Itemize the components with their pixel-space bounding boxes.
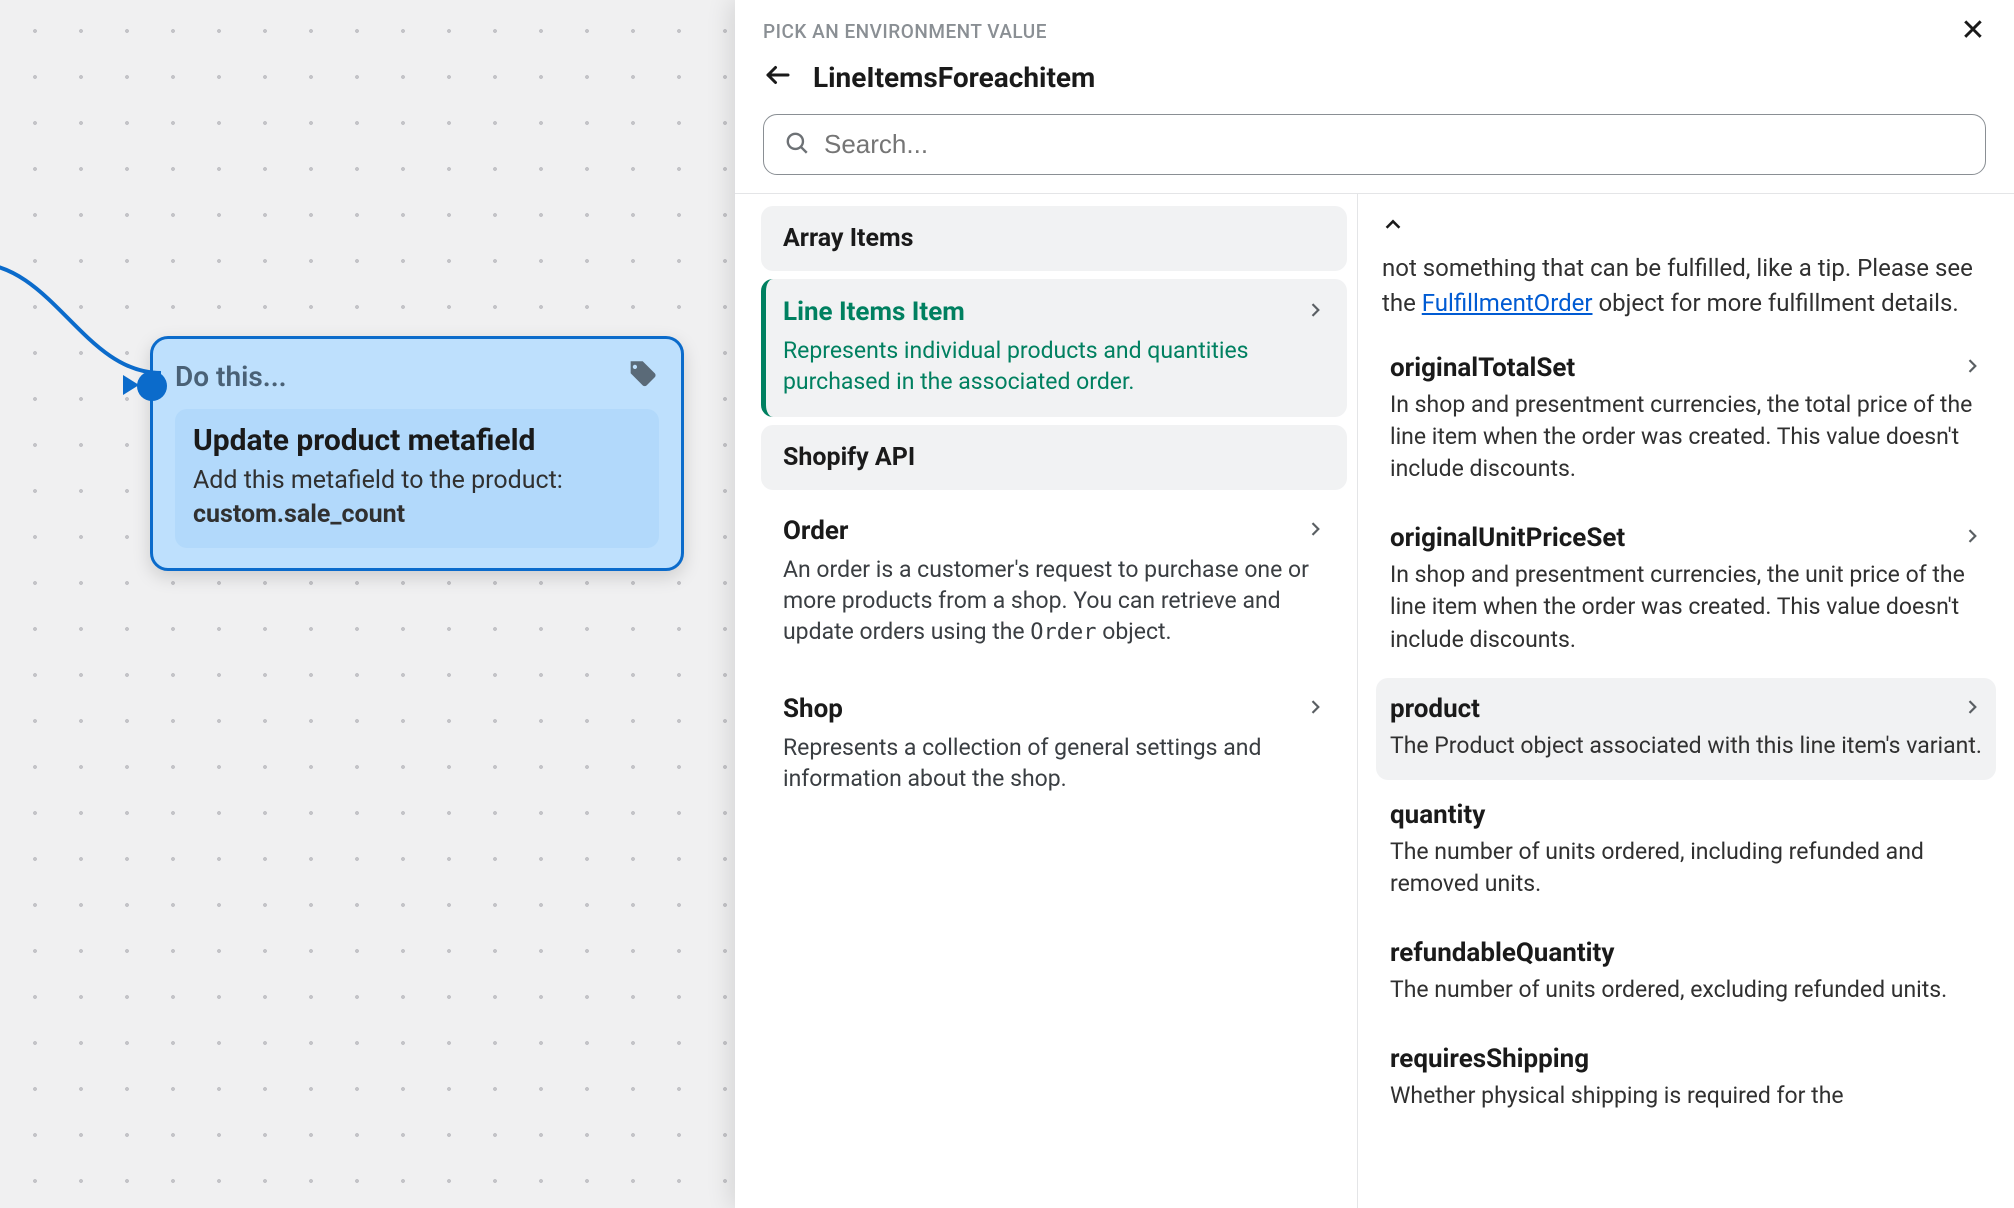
list-item-order[interactable]: Order An order is a customer's request t… — [761, 498, 1347, 668]
chevron-right-icon — [1305, 694, 1325, 724]
search-icon — [784, 130, 810, 160]
list-item-line-items-item[interactable]: Line Items Item Represents individual pr… — [761, 279, 1347, 417]
panel-eyebrow: PICK AN ENVIRONMENT VALUE — [763, 20, 1047, 43]
action-subtitle: Add this metafield to the product: custo… — [193, 464, 641, 532]
field-original-total-set[interactable]: originalTotalSet In shop and presentment… — [1376, 337, 1996, 504]
action-title: Update product metafield — [193, 423, 641, 458]
card-body: Update product metafield Add this metafi… — [175, 409, 659, 548]
section-header-shopify-api: Shopify API — [761, 425, 1347, 490]
list-item-desc: An order is a customer's request to purc… — [783, 554, 1325, 648]
field-column[interactable]: not something that can be fulfilled, lik… — [1358, 194, 2014, 1208]
input-port[interactable] — [137, 371, 167, 401]
section-header-array-items: Array Items — [761, 206, 1347, 271]
variable-picker-panel: PICK AN ENVIRONMENT VALUE ✕ LineItemsFor… — [735, 0, 2014, 1208]
close-button[interactable]: ✕ — [1960, 16, 1986, 46]
field-quantity[interactable]: quantity The number of units ordered, in… — [1376, 784, 1996, 918]
field-refundable-quantity[interactable]: refundableQuantity The number of units o… — [1376, 922, 1996, 1024]
category-column[interactable]: Array Items Line Items Item Represents i… — [735, 194, 1358, 1208]
workflow-canvas[interactable]: Do this... Update product metafield Add … — [0, 0, 735, 1208]
search-input[interactable] — [824, 129, 1965, 160]
chevron-right-icon — [1962, 523, 1982, 553]
chevron-right-icon — [1305, 297, 1325, 327]
search-input-wrapper[interactable] — [763, 114, 1986, 175]
chevron-right-icon — [1962, 694, 1982, 724]
back-button[interactable] — [763, 60, 793, 94]
fulfillment-order-link[interactable]: FulfillmentOrder — [1422, 289, 1593, 317]
tag-icon — [625, 357, 659, 395]
field-product[interactable]: product The Product object associated wi… — [1376, 678, 1996, 780]
list-item-shop[interactable]: Shop Represents a collection of general … — [761, 676, 1347, 814]
collapse-button[interactable] — [1376, 206, 1410, 247]
card-eyebrow: Do this... — [175, 360, 287, 393]
panel-title: LineItemsForeachitem — [813, 61, 1095, 94]
connector-line — [0, 253, 163, 393]
workflow-action-card[interactable]: Do this... Update product metafield Add … — [150, 336, 684, 571]
chevron-right-icon — [1305, 516, 1325, 546]
field-original-unit-price-set[interactable]: originalUnitPriceSet In shop and present… — [1376, 507, 1996, 674]
field-requires-shipping[interactable]: requiresShipping Whether physical shippi… — [1376, 1028, 1996, 1130]
field-partial-description: not something that can be fulfilled, lik… — [1376, 251, 1996, 337]
chevron-right-icon — [1962, 353, 1982, 383]
